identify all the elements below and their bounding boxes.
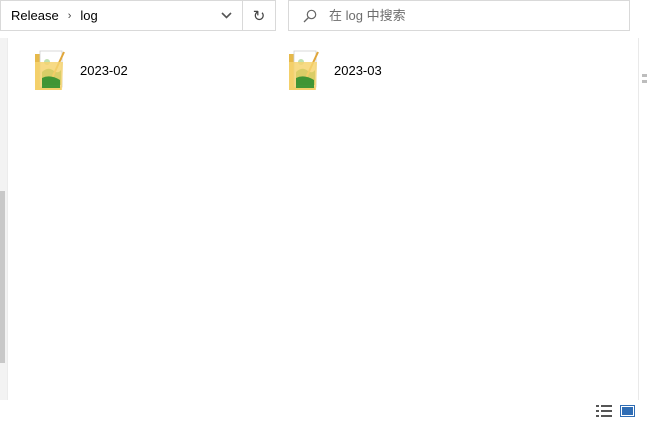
chevron-down-icon xyxy=(220,12,232,19)
breadcrumb: Release › log xyxy=(1,1,210,30)
folder-name[interactable]: 2023-02 xyxy=(80,63,128,78)
edge-mark xyxy=(642,80,647,83)
folder-item[interactable]: 2023-02 xyxy=(34,48,128,108)
search-input[interactable] xyxy=(329,8,589,23)
folder-content-area[interactable]: 2023-02 2023-03 xyxy=(8,38,638,400)
refresh-icon: ↻ xyxy=(252,7,266,25)
search-icon xyxy=(303,9,317,23)
search-box[interactable] xyxy=(288,0,630,31)
folder-with-image-icon xyxy=(288,48,322,92)
address-bar[interactable]: Release › log ↻ xyxy=(0,0,276,31)
breadcrumb-item-release[interactable]: Release xyxy=(11,8,59,23)
details-view-button[interactable] xyxy=(596,404,612,418)
folder-item[interactable]: 2023-03 xyxy=(288,48,382,108)
navigation-pane-edge xyxy=(0,38,8,400)
refresh-button[interactable]: ↻ xyxy=(242,1,275,30)
breadcrumb-separator-icon[interactable]: › xyxy=(68,10,72,22)
navigation-pane-scrollbar[interactable] xyxy=(0,191,5,363)
address-history-dropdown[interactable] xyxy=(210,1,242,30)
breadcrumb-item-log[interactable]: log xyxy=(80,8,97,23)
large-icons-view-button[interactable] xyxy=(619,404,635,418)
file-explorer-window: Release › log ↻ 在 log 中搜索 2023-02 2023-0… xyxy=(0,0,647,424)
folder-with-image-icon xyxy=(34,48,68,92)
details-view-icon xyxy=(596,405,612,417)
folder-name[interactable]: 2023-03 xyxy=(334,63,382,78)
right-pane-edge xyxy=(638,38,647,400)
status-bar xyxy=(0,400,647,424)
large-icons-view-icon xyxy=(619,405,635,417)
edge-mark xyxy=(642,74,647,77)
